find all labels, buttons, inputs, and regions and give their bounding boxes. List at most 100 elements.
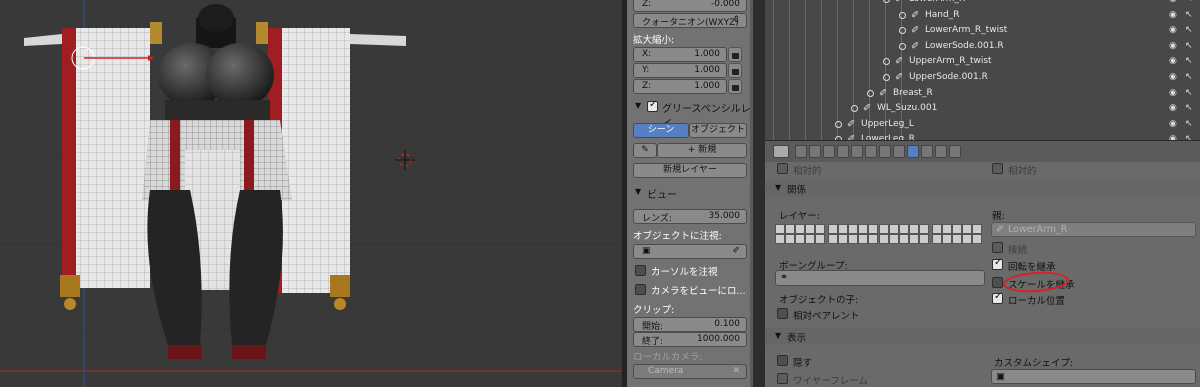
outliner[interactable]: ✐ LowerArm_R ◉ ↖ ✐ Hand_R ◉ ↖ ✐ LowerArm_R_twist ◉… [765, 0, 1200, 140]
arrow-icon[interactable]: ↖ [1185, 119, 1193, 129]
layer-button[interactable] [942, 234, 952, 244]
expand-toggle-icon[interactable] [883, 0, 890, 3]
view-header[interactable]: ▼ ビュー [627, 185, 753, 201]
outliner-row[interactable]: ✐ LowerArm_R_twist ◉ ↖ [765, 23, 1200, 40]
scene-button[interactable]: シーン [633, 123, 689, 138]
layer-button[interactable] [899, 234, 909, 244]
layer-button[interactable] [868, 224, 878, 234]
layer-button[interactable] [972, 234, 982, 244]
layer-button[interactable] [848, 224, 858, 234]
layer-button[interactable] [879, 234, 889, 244]
layer-button[interactable] [879, 224, 889, 234]
object-icon[interactable] [851, 145, 863, 158]
layer-button[interactable] [962, 234, 972, 244]
local-camera-field[interactable]: Camera ✕ [633, 364, 747, 379]
clip-end-field[interactable]: 終了: 1000.000 [633, 332, 747, 347]
modifier-icon[interactable] [879, 145, 891, 158]
eye-icon[interactable]: ◉ [1169, 25, 1177, 35]
bone-icon[interactable] [907, 145, 919, 158]
layer-button[interactable] [858, 234, 868, 244]
layer-button[interactable] [942, 224, 952, 234]
eye-icon[interactable]: ◉ [1169, 119, 1177, 129]
arrow-icon[interactable]: ↖ [1185, 10, 1193, 20]
render-icon[interactable] [795, 145, 807, 158]
world-icon[interactable] [837, 145, 849, 158]
arrow-icon[interactable]: ↖ [1185, 88, 1193, 98]
local-location-checkbox[interactable] [992, 291, 1003, 304]
relative-parent-checkbox[interactable] [777, 308, 788, 319]
layer-button[interactable] [972, 224, 982, 234]
lock-icon[interactable] [728, 79, 742, 94]
grease-pencil-checkbox[interactable] [647, 99, 658, 112]
bone-group-field[interactable]: ⚭ [775, 270, 985, 286]
parent-field[interactable]: ✐ LowerArm_R [991, 222, 1196, 237]
arrow-icon[interactable]: ↖ [1185, 72, 1193, 82]
lock-camera-checkbox[interactable] [635, 284, 646, 295]
arrow-icon[interactable]: ↖ [1185, 56, 1193, 66]
relative-checkbox-left[interactable] [777, 163, 788, 174]
expand-toggle-icon[interactable] [835, 120, 842, 128]
scale-x-field[interactable]: X: 1.000 [633, 47, 727, 62]
editor-type-icon[interactable] [773, 145, 789, 158]
close-icon[interactable]: ✕ [732, 366, 740, 376]
layer-button[interactable] [962, 224, 972, 234]
scale-z-field[interactable]: Z: 1.000 [633, 79, 727, 94]
lock-cursor-checkbox[interactable] [635, 265, 646, 276]
outliner-row[interactable]: ✐ WL_Suzu.001 ◉ ↖ [765, 101, 1200, 118]
clip-start-field[interactable]: 開始: 0.100 [633, 317, 747, 332]
lock-icon[interactable] [728, 63, 742, 78]
eye-icon[interactable]: ◉ [1169, 0, 1177, 4]
layer-button[interactable] [932, 224, 942, 234]
wireframe-checkbox[interactable] [777, 373, 788, 384]
outliner-row[interactable]: ✐ Breast_R ◉ ↖ [765, 86, 1200, 103]
lock-icon[interactable] [728, 47, 742, 62]
layer-button[interactable] [952, 224, 962, 234]
layer-button[interactable] [805, 234, 815, 244]
expand-toggle-icon[interactable] [883, 74, 890, 81]
rotation-mode-select[interactable]: クォータニオン(WXYZ) ⇕ [633, 13, 747, 28]
relations-panel-header[interactable]: ▼ 関係 [765, 180, 1200, 197]
3d-viewport[interactable] [0, 0, 622, 387]
look-at-field[interactable]: ▣ ✐ [633, 244, 747, 259]
expand-toggle-icon[interactable] [899, 27, 906, 35]
layer-button[interactable] [909, 234, 919, 244]
outliner-row[interactable]: ✐ UpperLeg_L ◉ ↖ [765, 117, 1200, 134]
layer-button[interactable] [889, 234, 899, 244]
layer-button[interactable] [795, 234, 805, 244]
new-button[interactable]: + 新規 [657, 143, 747, 158]
layer-button[interactable] [805, 224, 815, 234]
arrow-icon[interactable]: ↖ [1185, 0, 1193, 4]
scene-icon[interactable] [823, 145, 835, 158]
custom-shape-field[interactable]: ▣ [991, 369, 1196, 384]
eye-icon[interactable]: ◉ [1169, 72, 1177, 82]
inherit-rotation-checkbox[interactable] [992, 257, 1003, 270]
layer-button[interactable] [815, 234, 825, 244]
inherit-scale-checkbox[interactable] [992, 277, 1003, 288]
hide-checkbox[interactable] [777, 355, 788, 366]
layer-button[interactable] [919, 224, 929, 234]
layer-button[interactable] [828, 234, 838, 244]
layer-button[interactable] [785, 234, 795, 244]
expand-toggle-icon[interactable] [899, 11, 906, 19]
layer-button[interactable] [868, 234, 878, 244]
arrow-icon[interactable]: ↖ [1185, 25, 1193, 35]
layer-button[interactable] [919, 234, 929, 244]
layer-button[interactable] [795, 224, 805, 234]
layer-button[interactable] [775, 234, 785, 244]
outliner-row[interactable]: ✐ Hand_R ◉ ↖ [765, 8, 1200, 25]
object-button[interactable]: オブジェクト [689, 123, 747, 138]
render-layers-icon[interactable] [809, 145, 821, 158]
layer-button[interactable] [858, 224, 868, 234]
layer-button[interactable] [815, 224, 825, 234]
layer-button[interactable] [838, 224, 848, 234]
layer-button[interactable] [932, 234, 942, 244]
layer-button[interactable] [775, 224, 785, 234]
bone-constraint-icon[interactable] [921, 145, 933, 158]
scale-y-field[interactable]: Y: 1.000 [633, 63, 727, 78]
outliner-row[interactable]: ✐ UpperSode.001.R ◉ ↖ [765, 70, 1200, 87]
connected-checkbox[interactable] [992, 242, 1003, 253]
layer-button[interactable] [909, 224, 919, 234]
constraint-icon[interactable] [865, 145, 877, 158]
layer-button[interactable] [889, 224, 899, 234]
arrow-icon[interactable]: ↖ [1185, 41, 1193, 51]
